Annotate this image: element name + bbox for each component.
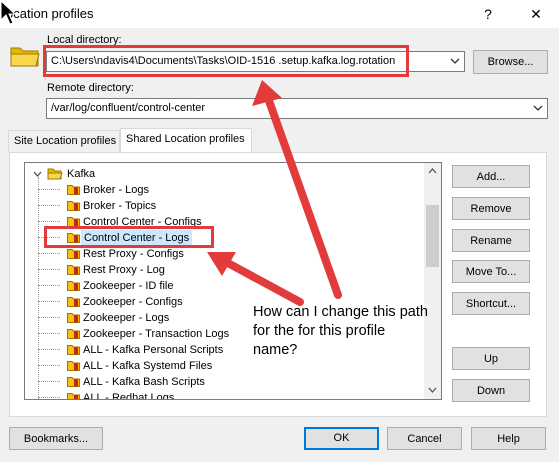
scroll-up-icon[interactable] xyxy=(428,167,437,176)
tree-connector xyxy=(38,365,60,367)
down-button[interactable]: Down xyxy=(452,379,530,402)
tree-item[interactable]: Broker - Logs xyxy=(83,182,149,198)
tree-connector xyxy=(38,317,60,319)
annotation-question: How can I change this path for the for t… xyxy=(253,304,428,358)
bookmark-folder-icon xyxy=(67,249,80,259)
up-button[interactable]: Up xyxy=(452,347,530,370)
tree-connector xyxy=(38,381,60,383)
tree-connector xyxy=(38,189,60,191)
bookmark-folder-icon xyxy=(67,329,80,339)
profiles-tree[interactable]: Kafka Broker - Logs Broker - Topics Contro… xyxy=(24,162,442,400)
title-bar: ocation profiles ? ✕ xyxy=(0,0,559,28)
bookmark-folder-icon xyxy=(67,393,80,399)
tree-connector xyxy=(38,205,60,207)
add-button[interactable]: Add... xyxy=(452,165,530,188)
close-title-button[interactable]: ✕ xyxy=(518,2,554,26)
tree-item[interactable]: Rest Proxy - Log xyxy=(83,262,165,278)
shortcut-button[interactable]: Shortcut... xyxy=(452,292,530,315)
tree-connector xyxy=(38,221,60,223)
location-profiles-dialog: ocation profiles ? ✕ Local directory: C:… xyxy=(0,0,559,462)
folder-large-icon xyxy=(10,47,40,67)
tree-item[interactable]: Broker - Topics xyxy=(83,198,156,214)
tree-trunk xyxy=(38,177,40,399)
bookmark-folder-icon xyxy=(67,297,80,307)
annotation-box-local-directory xyxy=(43,45,409,77)
remote-directory-label: Remote directory: xyxy=(47,82,134,94)
tree-connector xyxy=(38,333,60,335)
tree-connector xyxy=(38,253,60,255)
scrollbar-thumb[interactable] xyxy=(426,205,439,267)
tree-item[interactable]: ALL - Redhat Logs xyxy=(83,390,174,399)
bookmark-folder-icon xyxy=(67,281,80,291)
tree-root-kafka[interactable]: Kafka xyxy=(67,166,95,182)
tree-connector xyxy=(38,301,60,303)
rename-button[interactable]: Rename xyxy=(452,229,530,252)
tab-shared-location-profiles[interactable]: Shared Location profiles xyxy=(120,128,252,152)
bookmark-folder-icon xyxy=(67,313,80,323)
remote-directory-value: /var/log/confluent/control-center xyxy=(51,102,206,114)
scroll-down-icon[interactable] xyxy=(428,385,437,394)
bookmark-folder-icon xyxy=(67,201,80,211)
bookmark-folder-icon xyxy=(67,377,80,387)
tree-item[interactable]: Zookeeper - ID file xyxy=(83,278,173,294)
tree-item[interactable]: Zookeeper - Configs xyxy=(83,294,183,310)
tree-item[interactable]: Rest Proxy - Configs xyxy=(83,246,184,262)
chevron-down-icon[interactable] xyxy=(532,102,544,114)
folder-open-icon xyxy=(47,168,63,180)
tree-item[interactable]: Zookeeper - Logs xyxy=(83,310,169,326)
bookmark-folder-icon xyxy=(67,345,80,355)
ok-button[interactable]: OK xyxy=(304,427,379,450)
tree-connector xyxy=(38,397,60,399)
tree-item[interactable]: ALL - Kafka Systemd Files xyxy=(83,358,212,374)
bookmark-folder-icon xyxy=(67,361,80,371)
help-title-button[interactable]: ? xyxy=(470,2,506,26)
bookmark-folder-icon xyxy=(67,265,80,275)
dialog-title: ocation profiles xyxy=(6,6,94,21)
help-button[interactable]: Help xyxy=(471,427,546,450)
remove-button[interactable]: Remove xyxy=(452,197,530,220)
remote-directory-combo[interactable]: /var/log/confluent/control-center xyxy=(46,98,548,119)
mouse-cursor-icon xyxy=(0,0,16,25)
bookmarks-button[interactable]: Bookmarks... xyxy=(9,427,103,450)
tab-site-location-profiles[interactable]: Site Location profiles xyxy=(8,130,120,152)
browse-button[interactable]: Browse... xyxy=(473,50,548,74)
tree-connector xyxy=(38,349,60,351)
tree-item[interactable]: Zookeeper - Transaction Logs xyxy=(83,326,229,342)
chevron-down-icon[interactable] xyxy=(449,55,461,67)
move-to-button[interactable]: Move To... xyxy=(452,260,530,283)
tree-connector xyxy=(38,269,60,271)
tree-item[interactable]: ALL - Kafka Personal Scripts xyxy=(83,342,223,358)
tree-scrollbar[interactable] xyxy=(424,163,441,399)
tree-connector xyxy=(38,285,60,287)
tree-item[interactable]: ALL - Kafka Bash Scripts xyxy=(83,374,205,390)
bookmark-folder-icon xyxy=(67,185,80,195)
annotation-box-selected-profile xyxy=(44,226,214,248)
cancel-button[interactable]: Cancel xyxy=(387,427,462,450)
